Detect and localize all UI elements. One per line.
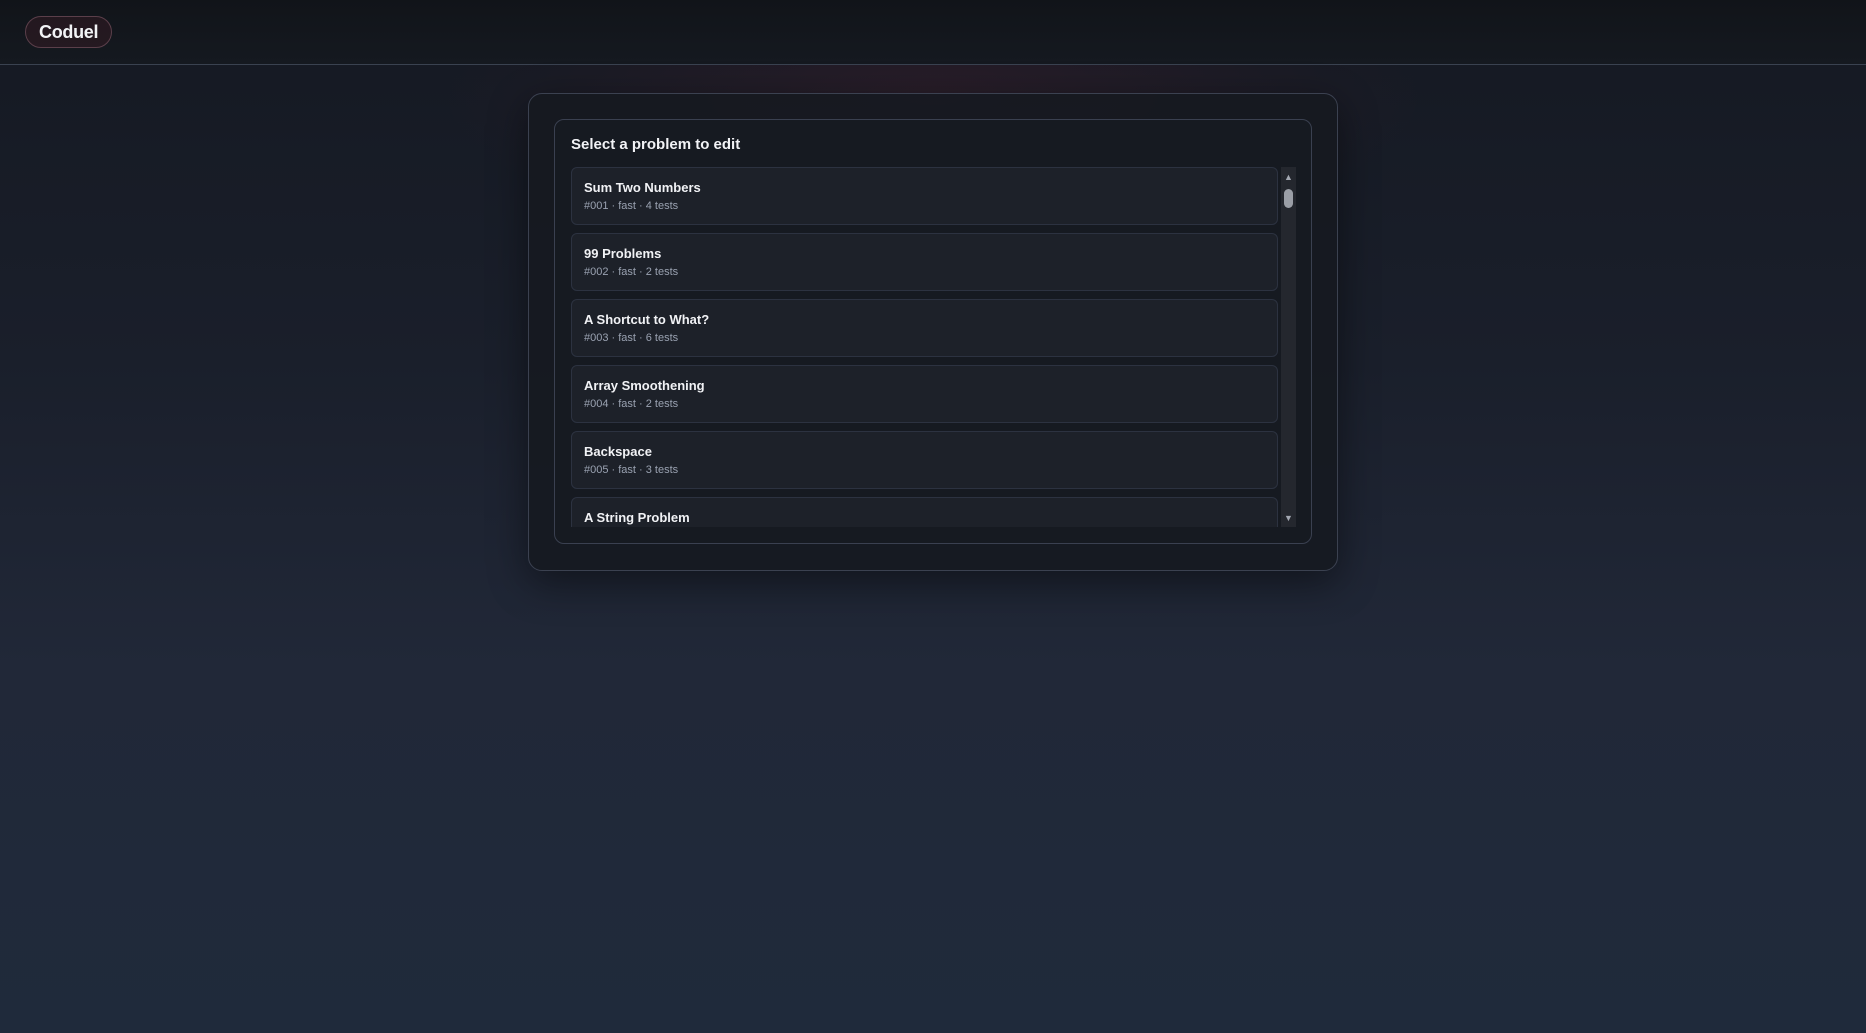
triangle-down-icon[interactable]: ▼	[1281, 510, 1296, 525]
top-bar: Coduel	[0, 0, 1866, 65]
problem-item[interactable]: Sum Two Numbers #001 · fast · 4 tests	[571, 167, 1278, 225]
problem-name: Sum Two Numbers	[584, 180, 701, 195]
triangle-up-icon[interactable]: ▲	[1281, 169, 1296, 184]
problem-name: Array Smoothening	[584, 378, 705, 393]
problem-select-card: Select a problem to edit Sum Two Numbers…	[554, 119, 1312, 544]
problem-item[interactable]: A String Problem	[571, 497, 1278, 527]
problem-meta: #003 · fast · 6 tests	[584, 332, 679, 344]
scroll-thumb[interactable]	[1284, 189, 1293, 208]
problem-name: Backspace	[584, 444, 652, 459]
card-title: Select a problem to edit	[571, 136, 741, 153]
problem-name: 99 Problems	[584, 246, 662, 261]
problem-name: A String Problem	[584, 510, 690, 525]
problem-name: A Shortcut to What?	[584, 312, 710, 327]
problem-list-viewport[interactable]: Sum Two Numbers #001 · fast · 4 tests 99…	[571, 167, 1296, 527]
problem-item[interactable]: A Shortcut to What? #003 · fast · 6 test…	[571, 299, 1278, 357]
problem-item[interactable]: Array Smoothening #004 · fast · 2 tests	[571, 365, 1278, 423]
list-scrollbar[interactable]: ▲ ▼	[1281, 167, 1296, 527]
problem-list: Sum Two Numbers #001 · fast · 4 tests 99…	[571, 167, 1278, 527]
editor-panel: Select a problem to edit Sum Two Numbers…	[528, 93, 1338, 571]
problem-meta: #002 · fast · 2 tests	[584, 266, 679, 278]
problem-meta: #005 · fast · 3 tests	[584, 464, 679, 476]
problem-meta: #004 · fast · 2 tests	[584, 398, 679, 410]
brand-logo-button[interactable]: Coduel	[25, 16, 113, 48]
problem-meta: #001 · fast · 4 tests	[584, 200, 679, 212]
problem-item[interactable]: Backspace #005 · fast · 3 tests	[571, 431, 1278, 489]
problem-item[interactable]: 99 Problems #002 · fast · 2 tests	[571, 233, 1278, 291]
